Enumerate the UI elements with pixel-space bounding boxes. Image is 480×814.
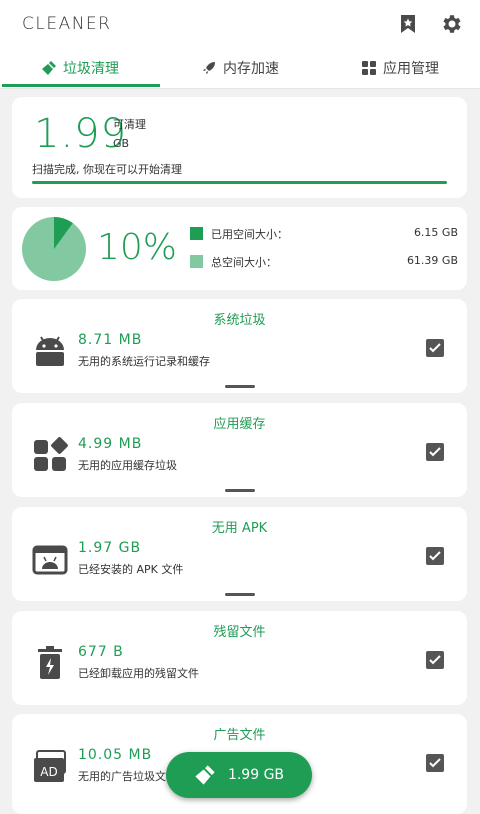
clean-button-label: 1.99 GB [227, 767, 285, 783]
category-checkbox[interactable] [426, 339, 444, 357]
category-description: 无用的应用缓存垃圾 [78, 459, 177, 472]
expand-handle[interactable] [225, 385, 255, 388]
category-size: 8.71 MB [78, 332, 143, 348]
bookmark-star-icon[interactable] [396, 12, 420, 36]
app-bar: CLEANER [0, 0, 480, 48]
checkmark-icon [429, 758, 441, 768]
ad-icon-glyph: AD [40, 765, 57, 779]
category-checkbox[interactable] [426, 754, 444, 772]
category-checkbox[interactable] [426, 547, 444, 565]
expand-handle[interactable] [225, 489, 255, 492]
tab-label: 应用管理 [383, 61, 439, 77]
category-card-system-junk[interactable]: 系统垃圾 8.71 MB 无用的系统运行记录和缓存 [12, 299, 467, 393]
app-title: CLEANER [22, 14, 112, 34]
app-cache-icon [34, 437, 68, 471]
broom-icon [195, 765, 215, 785]
gear-icon[interactable] [439, 12, 463, 36]
summary-card: 1.99 可清理 GB 扫描完成, 你现在可以开始清理 [12, 97, 467, 198]
category-size: 1.97 GB [78, 540, 142, 556]
apk-icon [32, 545, 68, 575]
scan-progress-bar [32, 181, 447, 184]
category-description: 无用的广告垃圾文件 [78, 770, 177, 783]
cleanable-unit: GB [113, 137, 130, 150]
broom-icon [42, 61, 56, 75]
cleanable-label: 可清理 [113, 118, 146, 131]
checkmark-icon [429, 655, 441, 665]
legend-used-label: 已用空间大小： [211, 228, 288, 241]
category-size: 677 B [78, 644, 124, 660]
tab-app-manage[interactable]: 应用管理 [320, 48, 480, 88]
category-card-apk[interactable]: 无用 APK 1.97 GB 已经安装的 APK 文件 [12, 507, 467, 601]
ad-icon: AD [34, 750, 66, 782]
legend-total: 总空间大小： 61.39 GB [190, 254, 458, 270]
scan-progress-fill [32, 181, 447, 184]
legend-used-value: 6.15 GB [413, 226, 458, 239]
category-title: 系统垃圾 [213, 313, 266, 328]
tab-memory-boost[interactable]: 内存加速 [160, 48, 320, 88]
category-description: 无用的系统运行记录和缓存 [78, 355, 210, 368]
legend-total-value: 61.39 GB [406, 254, 458, 267]
category-title: 残留文件 [213, 625, 266, 640]
category-size: 4.99 MB [78, 436, 143, 452]
tab-label: 内存加速 [223, 61, 279, 77]
category-card-residual-files[interactable]: 残留文件 677 B 已经卸载应用的残留文件 [12, 611, 467, 705]
tab-junk-clean[interactable]: 垃圾清理 [0, 48, 160, 88]
category-description: 已经卸载应用的残留文件 [78, 667, 199, 680]
rocket-icon [203, 62, 215, 74]
android-icon [36, 336, 64, 366]
apps-icon [362, 61, 376, 75]
checkmark-icon [429, 343, 441, 353]
legend-used: 已用空间大小： 6.15 GB [190, 226, 458, 242]
tab-indicator [2, 84, 160, 87]
category-description: 已经安装的 APK 文件 [78, 563, 184, 576]
category-title: 无用 APK [211, 521, 268, 536]
legend-used-swatch [190, 227, 203, 240]
checkmark-icon [429, 551, 441, 561]
residual-trash-icon [38, 646, 62, 679]
storage-percent: 10% [97, 227, 178, 268]
legend-total-label: 总空间大小： [211, 256, 277, 269]
category-checkbox[interactable] [426, 651, 444, 669]
category-title: 应用缓存 [213, 417, 266, 432]
checkmark-icon [429, 447, 441, 457]
category-title: 广告文件 [213, 728, 266, 743]
tab-label: 垃圾清理 [63, 61, 119, 77]
tab-bar: 垃圾清理 内存加速 应用管理 [0, 48, 480, 89]
category-size: 10.05 MB [78, 747, 153, 763]
expand-handle[interactable] [225, 593, 255, 596]
legend-total-swatch [190, 255, 203, 268]
category-checkbox[interactable] [426, 443, 444, 461]
clean-button[interactable]: 1.99 GB [166, 752, 312, 798]
storage-pie-chart [22, 217, 86, 281]
category-card-app-cache[interactable]: 应用缓存 4.99 MB 无用的应用缓存垃圾 [12, 403, 467, 497]
scan-status: 扫描完成, 你现在可以开始清理 [32, 163, 182, 176]
storage-card: 10% 已用空间大小： 6.15 GB 总空间大小： 61.39 GB [12, 207, 467, 290]
